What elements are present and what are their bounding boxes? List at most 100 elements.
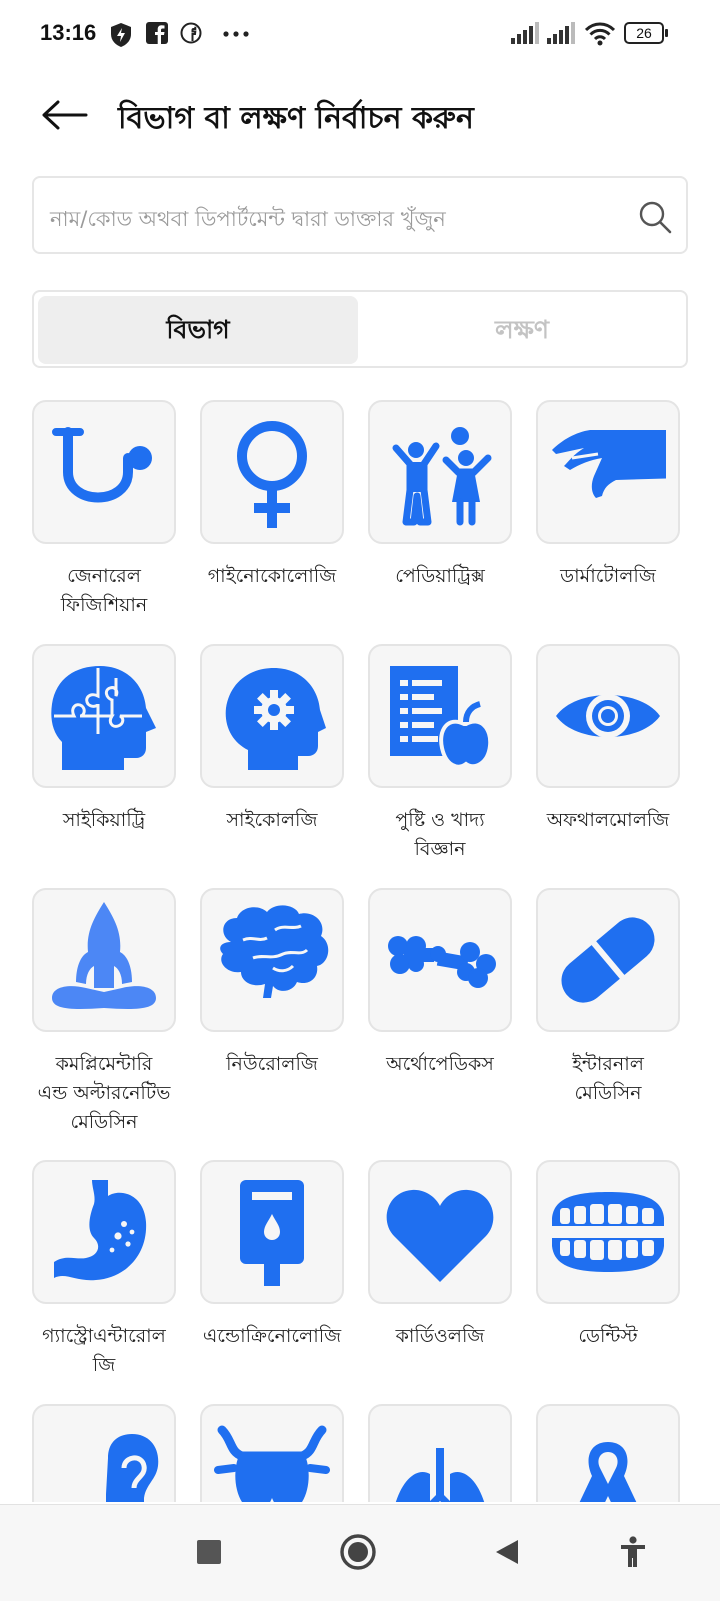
department-tile[interactable] bbox=[200, 888, 344, 1032]
department-dermatology[interactable]: ডার্মাটোলজি bbox=[536, 400, 680, 591]
yoga-icon bbox=[52, 902, 156, 1009]
department-ent[interactable] bbox=[32, 1404, 176, 1502]
home-icon[interactable] bbox=[339, 1533, 377, 1571]
search-placeholder: নাম/কোড অথবা ডিপার্টমেন্ট দ্বারা ডাক্তার… bbox=[50, 207, 446, 231]
department-label: সাইকোলজি bbox=[226, 809, 318, 831]
facebook-icon bbox=[146, 22, 168, 44]
department-orthopedics[interactable]: অর্থোপেডিকস bbox=[368, 888, 512, 1079]
department-label: জেনারেল ফিজিশিয়ান bbox=[60, 565, 148, 616]
header: বিভাগ বা লক্ষণ নির্বাচন করুন bbox=[0, 80, 720, 150]
department-pulmonology[interactable] bbox=[368, 1404, 512, 1502]
department-tile[interactable] bbox=[32, 400, 176, 544]
pill-icon bbox=[561, 917, 655, 1003]
lungs-icon bbox=[395, 1448, 485, 1502]
status-bar: 13:16 26 bbox=[0, 0, 720, 70]
brain-icon bbox=[220, 905, 329, 998]
signal-icon bbox=[511, 22, 539, 44]
department-thyroid[interactable] bbox=[200, 1404, 344, 1502]
department-grid: জেনারেল ফিজিশিয়ান গাইনোকোলোজি পেডিয়াট্… bbox=[32, 400, 692, 1502]
thyroid-icon bbox=[214, 1425, 330, 1502]
arrow-left-icon[interactable] bbox=[40, 98, 90, 132]
heart-icon bbox=[386, 1189, 494, 1282]
department-label: গ্যাস্ট্রোএন্টারোল জি bbox=[42, 1325, 166, 1376]
stomach-icon bbox=[54, 1180, 147, 1281]
battery-tip bbox=[665, 29, 668, 37]
department-gastroenterology[interactable]: গ্যাস্ট্রোএন্টারোল জি bbox=[32, 1160, 176, 1380]
back-icon[interactable] bbox=[494, 1538, 520, 1566]
department-gynecology[interactable]: গাইনোকোলোজি bbox=[200, 400, 344, 591]
system-nav-bar bbox=[0, 1504, 720, 1601]
department-psychology[interactable]: সাইকোলজি bbox=[200, 644, 344, 835]
department-cardiology[interactable]: কার্ডিওলজি bbox=[368, 1160, 512, 1351]
search-icon[interactable] bbox=[638, 200, 672, 234]
signal-icon bbox=[547, 22, 575, 44]
department-nutrition[interactable]: পুষ্টি ও খাদ্য বিজ্ঞান bbox=[368, 644, 512, 864]
department-general-physician[interactable]: জেনারেল ফিজিশিয়ান bbox=[32, 400, 176, 620]
ear-icon bbox=[106, 1434, 159, 1502]
hand-icon bbox=[552, 430, 666, 498]
department-tile[interactable] bbox=[536, 1160, 680, 1304]
department-tile[interactable] bbox=[368, 644, 512, 788]
teeth-icon bbox=[552, 1192, 664, 1272]
battery-level: 26 bbox=[636, 25, 652, 41]
search-input[interactable]: নাম/কোড অথবা ডিপার্টমেন্ট দ্বারা ডাক্তার… bbox=[32, 176, 688, 254]
department-label: কার্ডিওলজি bbox=[395, 1325, 485, 1347]
department-tile[interactable] bbox=[32, 1160, 176, 1304]
department-label: কমপ্লিমেন্টারি এন্ড অল্টারনেটিভ মেডিসিন bbox=[37, 1053, 171, 1133]
wifi-icon bbox=[585, 22, 615, 46]
department-tile[interactable] bbox=[368, 1160, 512, 1304]
department-complementary-medicine[interactable]: কমপ্লিমেন্টারি এন্ড অল্টারনেটিভ মেডিসিন bbox=[32, 888, 176, 1137]
department-tile[interactable] bbox=[200, 644, 344, 788]
department-tile[interactable] bbox=[368, 1404, 512, 1502]
shield-icon bbox=[111, 23, 131, 47]
children-icon bbox=[392, 427, 492, 526]
accessibility-icon[interactable] bbox=[620, 1536, 646, 1568]
department-tile[interactable] bbox=[368, 400, 512, 544]
head-puzzle-icon bbox=[51, 666, 156, 770]
department-psychiatry[interactable]: সাইকিয়াট্রি bbox=[32, 644, 176, 835]
department-label: ইন্টারনাল মেডিসিন bbox=[572, 1053, 644, 1104]
department-tile[interactable] bbox=[32, 888, 176, 1032]
page-title: বিভাগ বা লক্ষণ নির্বাচন করুন bbox=[118, 101, 474, 136]
department-tile[interactable] bbox=[536, 400, 680, 544]
department-label: সাইকিয়াট্রি bbox=[62, 809, 146, 831]
department-tile[interactable] bbox=[536, 888, 680, 1032]
department-neurology[interactable]: নিউরোলজি bbox=[200, 888, 344, 1079]
department-label: নিউরোলজি bbox=[226, 1053, 318, 1075]
department-label: এন্ডোক্রিনোলোজি bbox=[202, 1325, 342, 1347]
ribbon-icon bbox=[579, 1442, 637, 1502]
department-dentist[interactable]: ডেন্টিস্ট bbox=[536, 1160, 680, 1351]
department-tile[interactable] bbox=[200, 1160, 344, 1304]
department-endocrinology[interactable]: এন্ডোক্রিনোলোজি bbox=[200, 1160, 344, 1351]
department-label: ডার্মাটোলজি bbox=[560, 565, 656, 587]
more-icon bbox=[223, 31, 249, 37]
glucometer-icon bbox=[240, 1180, 304, 1286]
female-symbol-icon bbox=[237, 421, 307, 528]
department-tile[interactable] bbox=[368, 888, 512, 1032]
department-tile[interactable] bbox=[32, 644, 176, 788]
department-tile[interactable] bbox=[536, 644, 680, 788]
recents-icon[interactable] bbox=[196, 1539, 222, 1565]
status-time: 13:16 bbox=[40, 20, 97, 45]
tab-symptom[interactable]: লক্ষণ bbox=[362, 296, 682, 364]
department-tile[interactable] bbox=[32, 1404, 176, 1502]
department-pediatrics[interactable]: পেডিয়াট্রিক্স bbox=[368, 400, 512, 591]
department-tile[interactable] bbox=[200, 1404, 344, 1502]
diet-chart-apple-icon bbox=[390, 666, 493, 769]
department-ophthalmology[interactable]: অফথালমোলজি bbox=[536, 644, 680, 835]
department-tile[interactable] bbox=[200, 400, 344, 544]
messenger-icon bbox=[180, 22, 202, 44]
department-tile[interactable] bbox=[536, 1404, 680, 1502]
tab-department[interactable]: বিভাগ bbox=[38, 296, 358, 364]
department-label: অফথালমোলজি bbox=[546, 809, 670, 831]
segmented-tabs: বিভাগ লক্ষণ bbox=[32, 290, 688, 368]
department-label: পেডিয়াট্রিক্স bbox=[395, 565, 485, 587]
department-internal-medicine[interactable]: ইন্টারনাল মেডিসিন bbox=[536, 888, 680, 1108]
stethoscope-icon bbox=[52, 427, 152, 503]
department-oncology[interactable] bbox=[536, 1404, 680, 1502]
eye-icon bbox=[556, 694, 660, 738]
department-label: পুষ্টি ও খাদ্য বিজ্ঞান bbox=[395, 809, 485, 860]
department-label: অর্থোপেডিকস bbox=[386, 1053, 494, 1075]
department-label: গাইনোকোলোজি bbox=[207, 565, 337, 587]
head-gear-icon bbox=[225, 668, 326, 770]
